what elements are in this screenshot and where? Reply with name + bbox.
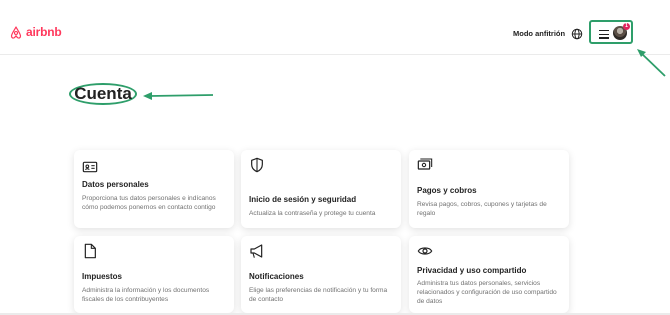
hamburger-menu-icon <box>599 30 609 41</box>
globe-icon[interactable] <box>571 28 583 40</box>
card-title: Pagos y cobros <box>417 186 477 195</box>
logo-text: airbnb <box>26 25 62 39</box>
card-title: Inicio de sesión y seguridad <box>249 195 357 204</box>
card-description: Proporciona tus datos personales e indíc… <box>82 195 216 211</box>
top-navigation-bar: airbnb Modo anfitrión 1 <box>0 0 670 55</box>
card-taxes[interactable]: Impuestos Administra la información y lo… <box>74 236 234 313</box>
airbnb-logo-icon <box>10 25 22 39</box>
shield-icon <box>251 157 263 173</box>
card-title: Datos personales <box>82 180 149 189</box>
card-description: Administra la información y los document… <box>82 287 210 303</box>
card-payments[interactable]: Pagos y cobros Revisa pagos, cobros, cup… <box>409 150 569 228</box>
card-description: Revisa pagos, cobros, cupones y tarjetas… <box>417 201 547 217</box>
card-login-security[interactable]: Inicio de sesión y seguridad Actualiza l… <box>241 150 401 228</box>
document-icon <box>84 243 96 259</box>
notification-badge: 1 <box>623 23 630 30</box>
card-description: Elige las preferencias de notificación y… <box>249 287 388 303</box>
megaphone-icon <box>250 244 263 258</box>
card-title: Impuestos <box>82 272 123 281</box>
card-personal-info[interactable]: Datos personales Proporciona tus datos p… <box>74 150 234 228</box>
airbnb-logo[interactable]: airbnb <box>10 25 62 39</box>
card-notifications[interactable]: Notificaciones Elige las preferencias de… <box>241 236 401 313</box>
host-mode-link[interactable]: Modo anfitrión <box>513 29 565 38</box>
card-description: Administra tus datos personales, servici… <box>417 280 557 305</box>
card-title: Notificaciones <box>249 272 304 281</box>
eye-icon <box>417 247 433 255</box>
id-card-icon <box>82 161 98 173</box>
card-description: Actualiza la contraseña y protege tu cue… <box>249 210 376 217</box>
card-title: Privacidad y uso compartido <box>417 266 527 275</box>
page-title-text: Cuenta <box>74 84 132 103</box>
user-menu-button[interactable]: 1 <box>589 20 633 44</box>
card-privacy-sharing[interactable]: Privacidad y uso compartido Administra t… <box>409 236 569 313</box>
payments-icon <box>417 158 433 170</box>
page-title: Cuenta <box>69 83 137 105</box>
